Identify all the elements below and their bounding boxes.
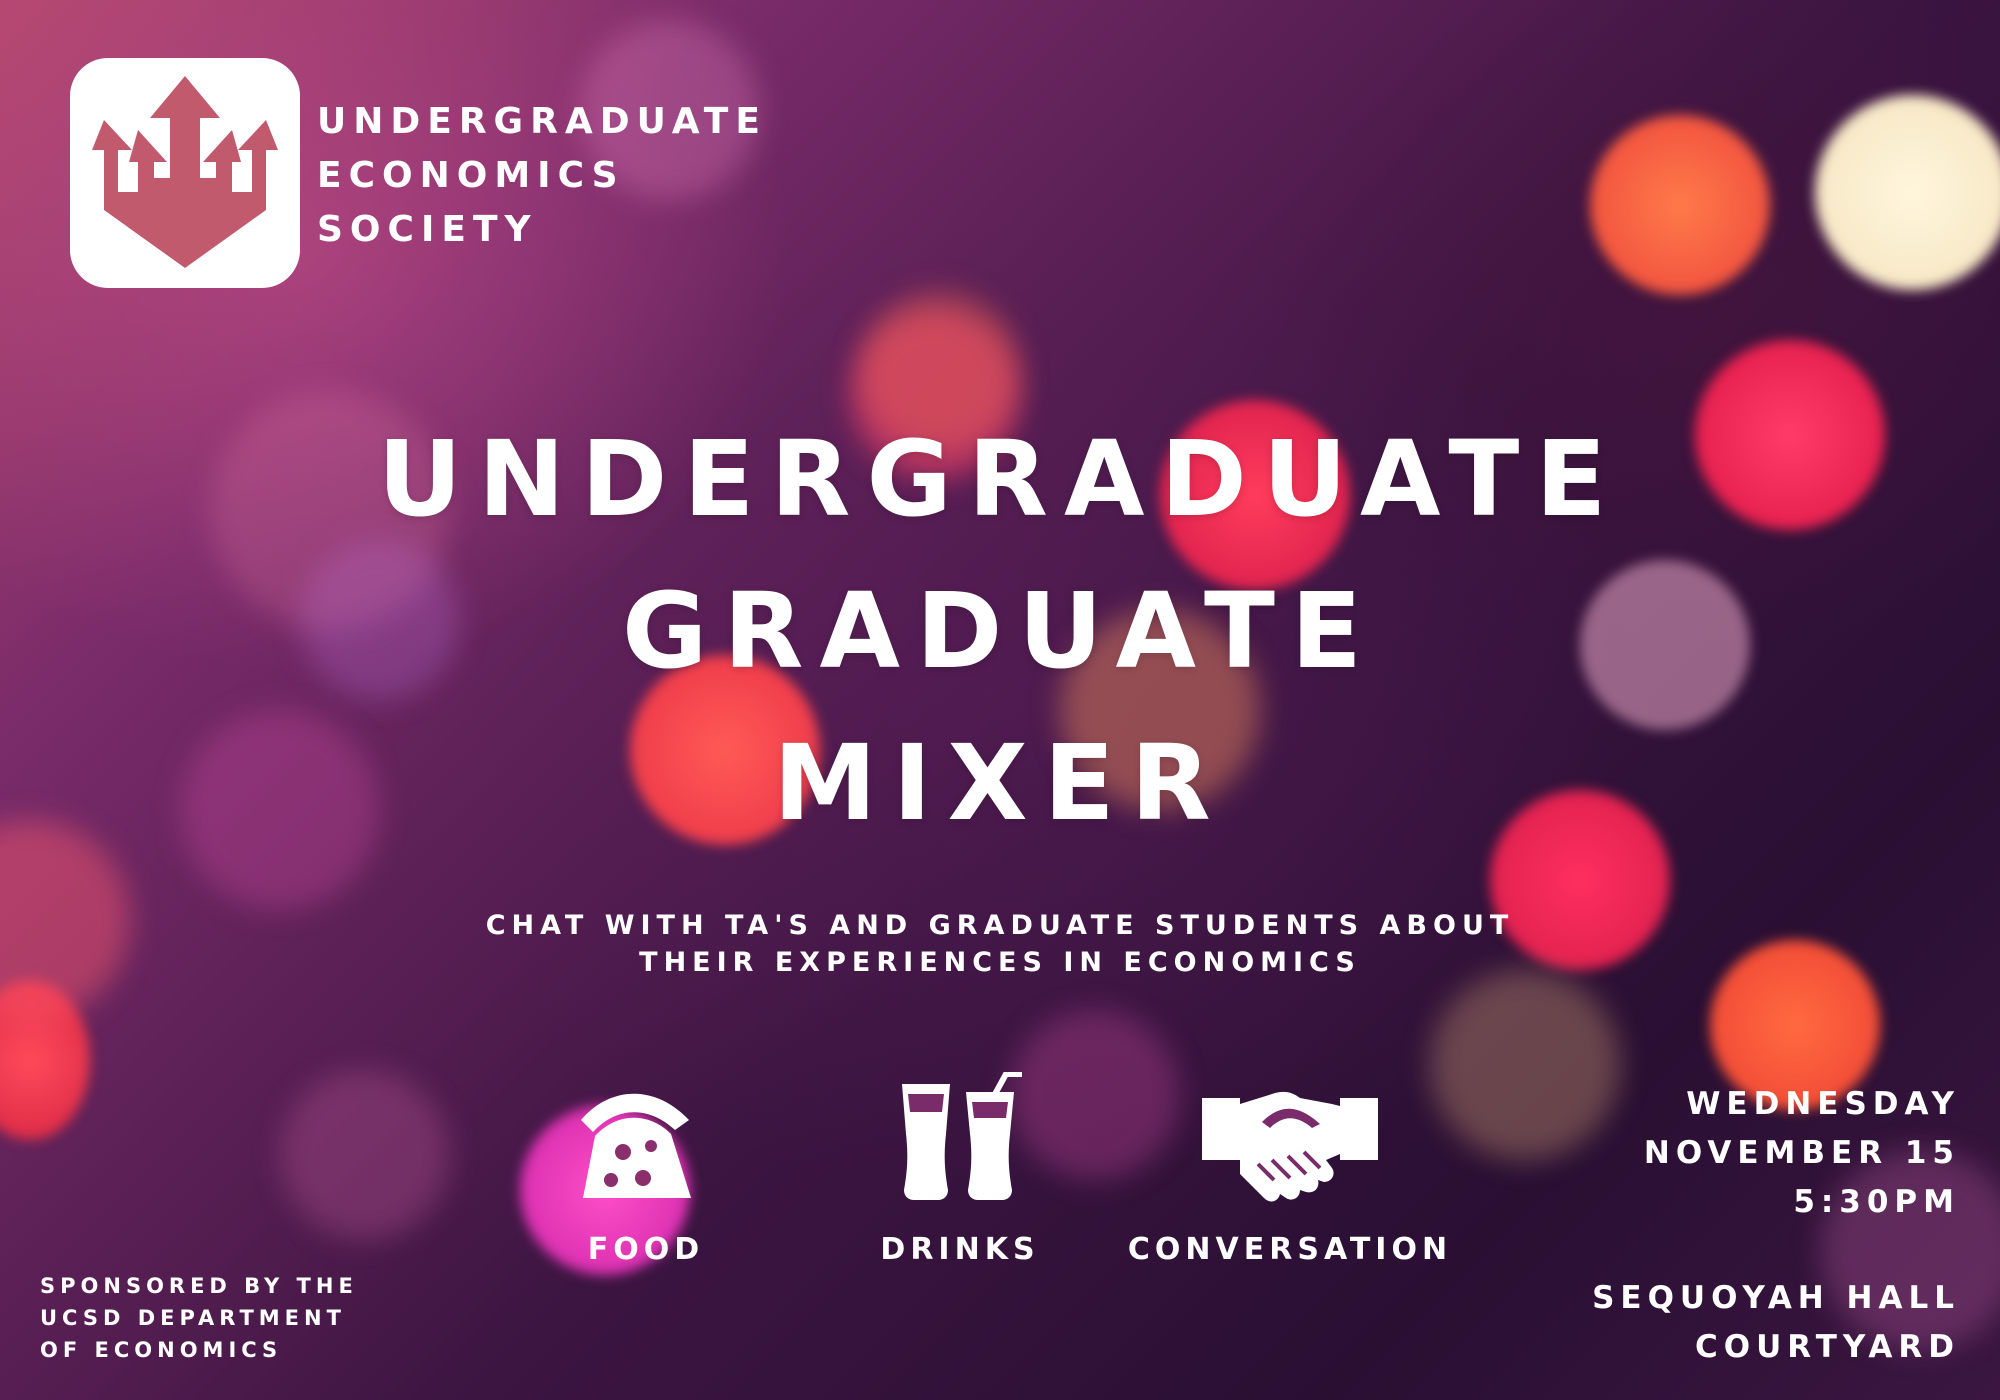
event-description-line-2: THEIR EXPERIENCES IN ECONOMICS bbox=[639, 947, 1361, 978]
sponsor-line-2: UCSD DEPARTMENT bbox=[40, 1306, 346, 1330]
bokeh-light bbox=[1590, 115, 1770, 295]
event-day: WEDNESDAY bbox=[1686, 1086, 1960, 1122]
sponsor-line-3: OF ECONOMICS bbox=[40, 1338, 283, 1362]
trident-icon bbox=[92, 76, 278, 268]
org-name-line-2: ECONOMICS bbox=[317, 155, 625, 196]
bokeh-light bbox=[280, 1070, 450, 1240]
bokeh-light bbox=[1820, 1150, 2000, 1350]
event-title-line-3: MIXER bbox=[773, 722, 1227, 844]
event-title-line-1: UNDERGRADUATE bbox=[377, 418, 1623, 540]
sponsor-line-1: SPONSORED BY THE bbox=[40, 1274, 358, 1298]
drinks-glasses-icon bbox=[902, 1072, 1022, 1200]
event-title-line-2: GRADUATE bbox=[622, 570, 1378, 692]
bokeh-light bbox=[1010, 1010, 1180, 1180]
event-time: 5:30PM bbox=[1793, 1184, 1960, 1220]
feature-label-conversation: CONVERSATION bbox=[1127, 1232, 1453, 1267]
org-name-line-3: SOCIETY bbox=[317, 209, 538, 250]
society-logo bbox=[70, 58, 300, 288]
event-date: NOVEMBER 15 bbox=[1643, 1135, 1960, 1171]
bokeh-light bbox=[1430, 970, 1620, 1160]
poster-background: UNDERGRADUATE ECONOMICS SOCIETY UNDERGRA… bbox=[0, 0, 2000, 1400]
feature-label-drinks: DRINKS bbox=[880, 1232, 1040, 1267]
pizza-slice-icon bbox=[581, 1093, 691, 1198]
event-description-line-1: CHAT WITH TA'S AND GRADUATE STUDENTS ABO… bbox=[485, 910, 1515, 941]
event-location-line-1: SEQUOYAH HALL bbox=[1592, 1280, 1960, 1316]
feature-label-food: FOOD bbox=[587, 1232, 705, 1267]
bokeh-light bbox=[1815, 95, 2000, 290]
handshake-icon bbox=[1202, 1091, 1378, 1202]
event-location-line-2: COURTYARD bbox=[1695, 1329, 1960, 1365]
org-name-line-1: UNDERGRADUATE bbox=[317, 101, 767, 142]
